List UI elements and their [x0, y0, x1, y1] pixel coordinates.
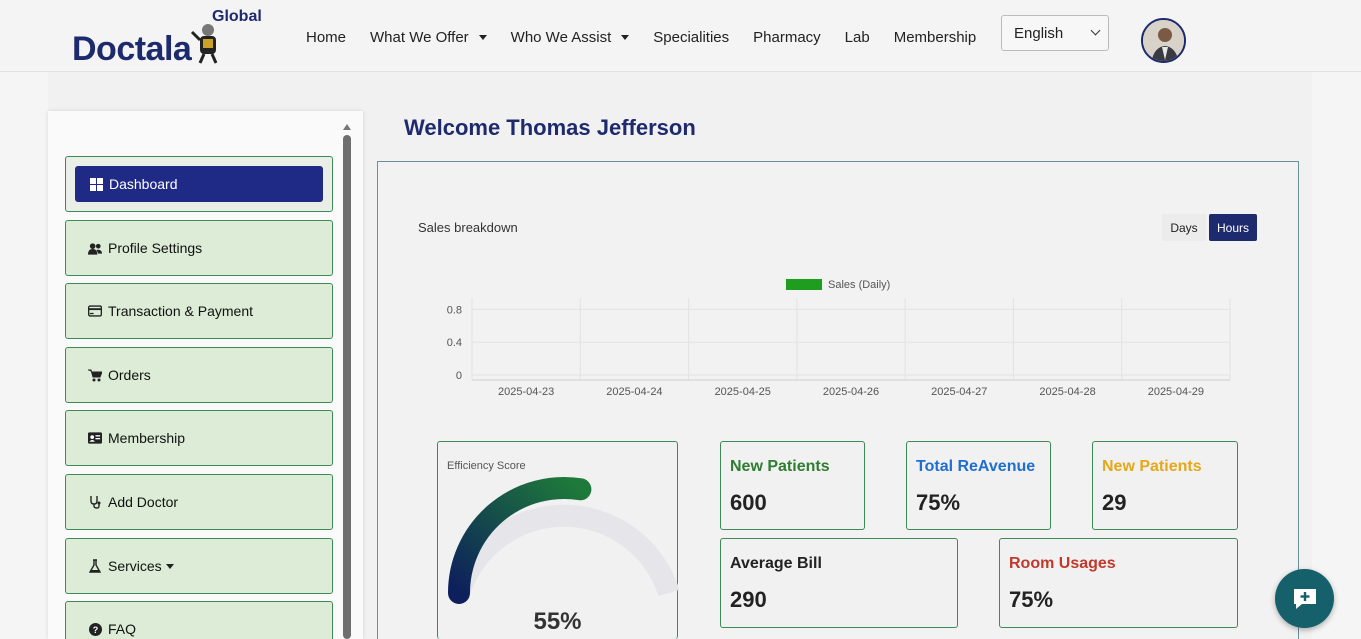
total-revenue-card: Total ReAvenue 75% [906, 441, 1051, 530]
sidebar-item-transaction-payment[interactable]: Transaction & Payment [65, 283, 333, 339]
chevron-down-icon [1090, 25, 1101, 36]
nav-what-we-offer[interactable]: What We Offer [358, 26, 499, 49]
x-tick-label: 2025-04-28 [1039, 386, 1095, 398]
svg-text:?: ? [92, 625, 98, 635]
nav-home[interactable]: Home [294, 26, 358, 49]
new-patients-card: New Patients 600 [720, 441, 865, 530]
nav-label: Pharmacy [753, 29, 821, 46]
efficiency-card: Efficiency Score 55% [437, 441, 679, 639]
sidebar-item-active-highlight[interactable]: Dashboard [75, 166, 323, 202]
average-bill-value: 290 [730, 587, 767, 612]
x-tick-label: 2025-04-27 [931, 386, 987, 398]
sidebar-item-membership[interactable]: Membership [65, 410, 333, 466]
sidebar-item-label: Services [108, 558, 162, 574]
stethoscope-icon [88, 495, 102, 509]
users-icon [88, 242, 102, 255]
language-select[interactable]: English [1001, 15, 1109, 51]
welcome-heading: Welcome Thomas Jefferson [404, 115, 696, 140]
nav-label: Who We Assist [510, 29, 612, 46]
mascot-icon [190, 24, 218, 64]
efficiency-gauge [448, 477, 679, 604]
average-bill-title: Average Bill [730, 555, 822, 572]
user-avatar[interactable] [1141, 18, 1186, 63]
x-tick-label: 2025-04-29 [1148, 386, 1204, 398]
room-usages-value: 75% [1009, 587, 1054, 612]
id-card-icon [88, 432, 102, 444]
nav-label: Membership [893, 29, 977, 46]
doctala-logo[interactable]: Global Doctala [72, 8, 262, 68]
total-revenue-title: Total ReAvenue [916, 458, 1036, 475]
chat-plus-icon [1293, 588, 1316, 609]
nav-lab[interactable]: Lab [833, 26, 882, 49]
nav-specialities[interactable]: Specialities [641, 26, 741, 49]
x-tick-label: 2025-04-25 [715, 386, 771, 398]
flask-icon [88, 559, 102, 573]
legend-swatch [786, 279, 822, 290]
caret-down-icon [478, 35, 487, 40]
new-patients-value: 600 [730, 490, 767, 515]
sidebar-item-services[interactable]: Services [65, 538, 333, 594]
sales-breakdown-title: Sales breakdown [418, 220, 518, 235]
x-tick-label: 2025-04-23 [498, 386, 554, 398]
new-patients-card-2: New Patients 29 [1092, 441, 1238, 530]
tab-days[interactable]: Days [1162, 214, 1206, 241]
legend-label: Sales (Daily) [828, 279, 890, 291]
nav-pharmacy[interactable]: Pharmacy [741, 26, 833, 49]
y-tick-label: 0.8 [447, 304, 462, 316]
x-tick-label: 2025-04-24 [606, 386, 662, 398]
sidebar-item-faq[interactable]: ? FAQ [65, 601, 333, 639]
nav-who-we-assist[interactable]: Who We Assist [499, 26, 642, 49]
sidebar-item-label: Profile Settings [108, 240, 203, 256]
nav-label: Home [306, 29, 347, 46]
sidebar-item-add-doctor[interactable]: Add Doctor [65, 474, 333, 530]
cart-icon [88, 369, 102, 382]
sales-chart: Sales (Daily) 0 0.4 0.8 2025-04-23 2025-04-24… [447, 279, 1231, 398]
sidebar-scrollbar-thumb[interactable] [343, 135, 351, 639]
top-navbar: Global Doctala Home What We Offer Who We A… [0, 0, 1361, 72]
sidebar-item-profile-settings[interactable]: Profile Settings [65, 220, 333, 276]
x-tick-label: 2025-04-26 [823, 386, 879, 398]
avatar-person-icon [1143, 20, 1184, 61]
new-patients-title: New Patients [730, 458, 830, 475]
tab-hours[interactable]: Hours [1209, 214, 1257, 241]
credit-card-icon [88, 305, 102, 317]
nav-label: Specialities [653, 29, 730, 46]
language-select-value: English [1014, 25, 1064, 42]
sidebar-item-label: Transaction & Payment [108, 303, 253, 319]
sidebar-item-orders[interactable]: Orders [65, 347, 333, 403]
chat-button[interactable] [1275, 569, 1334, 628]
caret-down-icon [621, 35, 630, 40]
sidebar-item-label: Orders [108, 367, 151, 383]
sidebar-item-label: Membership [108, 430, 186, 446]
average-bill-card: Average Bill 290 [720, 538, 958, 628]
sidebar-item-label: FAQ [108, 621, 137, 637]
logo-wordmark: Doctala [72, 30, 192, 68]
nav-membership[interactable]: Membership [882, 26, 989, 49]
main-nav: Home What We Offer Who We Assist Specialiti… [294, 26, 988, 49]
y-tick-label: 0.4 [447, 337, 462, 349]
grid-icon [89, 177, 103, 191]
new-patients-2-value: 29 [1102, 490, 1127, 515]
efficiency-value: 55% [533, 608, 582, 635]
nav-label: Lab [844, 29, 870, 46]
total-revenue-value: 75% [916, 490, 961, 515]
room-usages-card: Room Usages 75% [999, 538, 1238, 628]
sidebar-item-label: Dashboard [109, 176, 178, 192]
new-patients-2-title: New Patients [1102, 458, 1202, 475]
caret-down-icon [165, 563, 174, 569]
y-tick-label: 0 [456, 370, 462, 382]
nav-label: What We Offer [370, 29, 469, 46]
sidebar-item-dashboard[interactable]: Dashboard [65, 156, 333, 212]
question-circle-icon: ? [88, 622, 102, 636]
scroll-up-arrow-icon[interactable] [343, 124, 351, 130]
sidebar-item-label: Add Doctor [108, 494, 179, 510]
room-usages-title: Room Usages [1009, 555, 1116, 572]
